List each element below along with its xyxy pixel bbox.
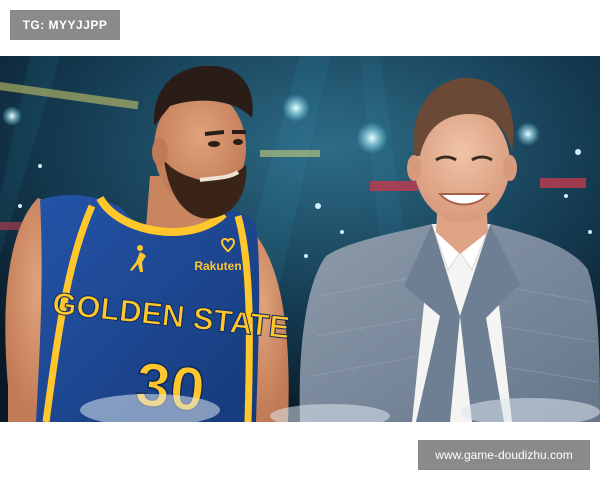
jersey-brand: Rakuten	[194, 259, 241, 273]
website-watermark-badge: www.game-doudizhu.com	[418, 440, 590, 470]
news-photo: Rakuten GOLDEN STATE 30	[0, 56, 600, 422]
tg-handle-badge: TG: MYYJJPP	[10, 10, 120, 40]
